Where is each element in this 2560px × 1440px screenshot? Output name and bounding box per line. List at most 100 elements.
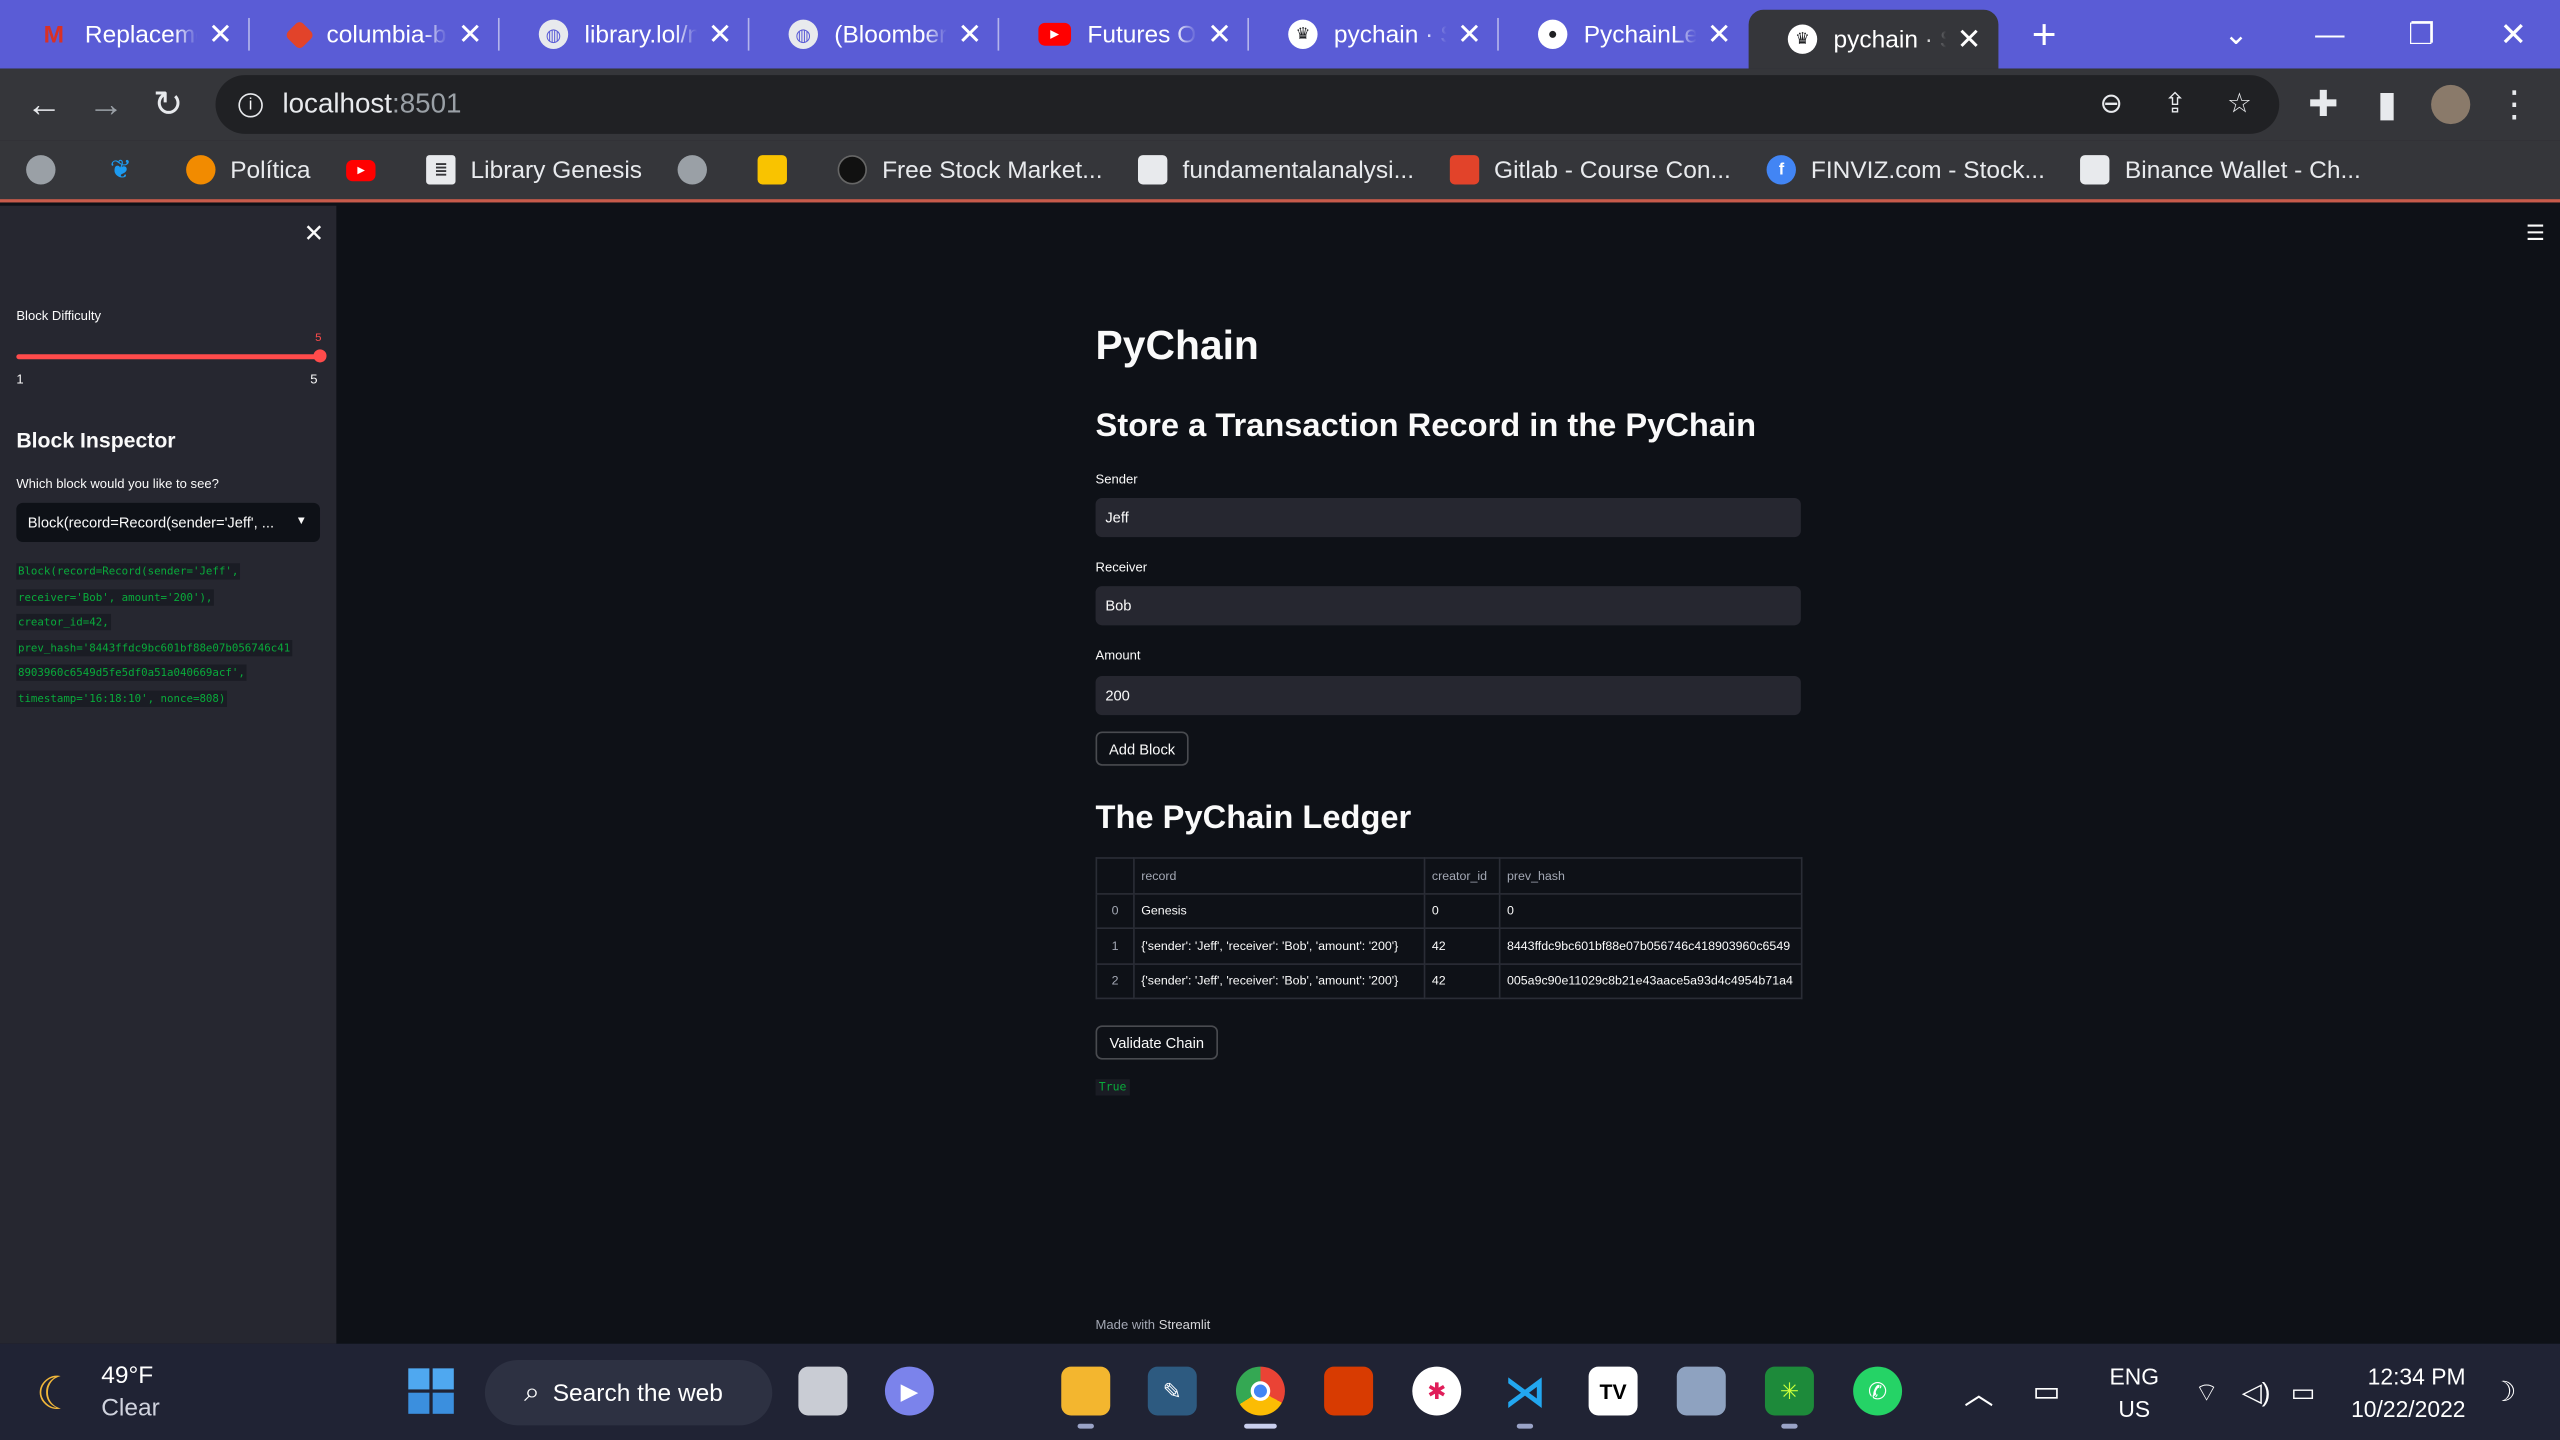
teams-chat-icon[interactable]: ▶: [884, 1366, 934, 1416]
bookmark-label: Library Genesis: [470, 155, 643, 184]
bookmark[interactable]: Free Stock Market...: [837, 155, 1103, 185]
bookmark[interactable]: [757, 155, 802, 185]
task-view-icon[interactable]: [798, 1366, 848, 1416]
browser-tab[interactable]: ♛ pychain · St ✕: [1249, 0, 1499, 69]
main-menu-icon[interactable]: ☰: [2526, 220, 2545, 246]
column-header[interactable]: creator_id: [1423, 857, 1501, 894]
side-panel-icon[interactable]: ▮: [2356, 73, 2418, 135]
browser-tab-active[interactable]: ♛ pychain · St ✕: [1748, 9, 1999, 69]
bookmark[interactable]: f FINVIZ.com - Stock...: [1766, 155, 2045, 185]
taskbar-search[interactable]: ⌕ Search the web: [484, 1360, 773, 1426]
forward-icon[interactable]: →: [75, 73, 137, 135]
browser-tab[interactable]: ◍ library.lol/m ✕: [500, 0, 750, 69]
close-icon[interactable]: ✕: [1956, 22, 1982, 56]
bookmark[interactable]: ▶: [346, 159, 390, 181]
column-header[interactable]: [1095, 857, 1135, 894]
browser-tab[interactable]: ● PychainLed ✕: [1499, 0, 1749, 69]
app-icon[interactable]: ✳: [1764, 1366, 1814, 1416]
vscode-icon[interactable]: ⋊: [1500, 1366, 1549, 1416]
slack-icon[interactable]: ✱: [1412, 1366, 1462, 1416]
zoom-icon[interactable]: ⊖: [2100, 75, 2123, 134]
browser-tab[interactable]: ▶ Futures Opt ✕: [999, 0, 1250, 69]
menu-kebab-icon[interactable]: ⋮: [2483, 73, 2545, 135]
tradingview-icon[interactable]: TV: [1588, 1366, 1638, 1416]
reload-icon[interactable]: ↻: [137, 73, 199, 135]
amount-input[interactable]: 200: [1095, 675, 1801, 716]
bookmark-star-icon[interactable]: ☆: [2227, 75, 2252, 134]
keep-notes-icon: [757, 155, 788, 185]
close-icon[interactable]: ✕: [1207, 17, 1233, 51]
difficulty-label: Block Difficulty: [16, 308, 102, 324]
bookmark-label: Free Stock Market...: [882, 155, 1103, 184]
close-icon[interactable]: ✕: [957, 17, 983, 51]
bookmark[interactable]: [26, 155, 70, 185]
address-bar[interactable]: i localhost:8501 ⊖ ⇪ ☆: [215, 75, 2280, 134]
close-icon[interactable]: ✕: [707, 17, 733, 51]
language-indicator[interactable]: ENG US: [2109, 1344, 2159, 1440]
tab-title: pychain · St: [1833, 25, 1947, 54]
chevron-up-icon[interactable]: ︿: [1964, 1344, 1993, 1440]
receiver-input[interactable]: Bob: [1095, 586, 1801, 626]
close-window-icon[interactable]: ✕: [2500, 0, 2527, 69]
whatsapp-icon[interactable]: ✆: [1853, 1366, 1903, 1416]
tab-search-chevron-icon[interactable]: ⌄: [2224, 0, 2249, 69]
difficulty-slider-thumb[interactable]: [313, 349, 327, 363]
politica-icon: [186, 155, 216, 185]
block-select[interactable]: Block(record=Record(sender='Jeff', ... ▼: [16, 502, 321, 543]
new-tab-button[interactable]: +: [2021, 9, 2067, 60]
sender-input[interactable]: Jeff: [1095, 497, 1801, 538]
minimize-icon[interactable]: —: [2315, 0, 2344, 69]
browser-tab[interactable]: ◍ (Bloomberg ✕: [749, 0, 1000, 69]
restore-icon[interactable]: ❐: [2408, 0, 2434, 69]
bookmark[interactable]: ❦: [106, 155, 150, 185]
close-sidebar-icon[interactable]: ✕: [304, 219, 325, 248]
difficulty-slider-track[interactable]: [16, 354, 321, 360]
profile-avatar[interactable]: [2420, 73, 2482, 135]
bookmark[interactable]: ≣ Library Genesis: [426, 155, 643, 185]
info-icon[interactable]: i: [238, 92, 263, 117]
app-icon[interactable]: [1676, 1366, 1726, 1416]
volume-icon[interactable]: ◁): [2242, 1344, 2271, 1440]
extensions-icon[interactable]: ✚: [2292, 73, 2354, 135]
bookmark[interactable]: fundamentalanalysi...: [1138, 155, 1414, 185]
validate-chain-button[interactable]: Validate Chain: [1095, 1025, 1218, 1060]
windows-start-icon[interactable]: [407, 1367, 456, 1416]
chrome-icon[interactable]: [1235, 1366, 1285, 1416]
bookmark[interactable]: Binance Wallet - Ch...: [2080, 155, 2361, 185]
browser-tab[interactable]: columbia-b ✕: [250, 0, 500, 69]
clock[interactable]: 12:34 PM 10/22/2022: [2351, 1344, 2465, 1440]
bookmark-label: Gitlab - Course Con...: [1494, 155, 1731, 184]
cube-icon: [1138, 155, 1168, 185]
tab-title: Replacemen: [84, 20, 198, 49]
battery-icon[interactable]: ▭: [2291, 1344, 2316, 1440]
column-header[interactable]: record: [1133, 857, 1426, 894]
close-icon[interactable]: ✕: [457, 17, 483, 51]
bookmark-label: Política: [230, 155, 311, 184]
bookmark[interactable]: [677, 155, 722, 185]
close-icon[interactable]: ✕: [1706, 17, 1732, 51]
clock-date: 10/22/2022: [2351, 1395, 2466, 1422]
tablet-mode-icon[interactable]: ▭: [2033, 1344, 2061, 1440]
back-icon[interactable]: ←: [13, 73, 75, 135]
bookmark[interactable]: Política: [186, 155, 311, 185]
globe-icon: ◍: [788, 19, 818, 49]
streamlit-link[interactable]: Streamlit: [1159, 1318, 1211, 1333]
streamlit-crown-icon: ♛: [1787, 24, 1818, 54]
close-icon[interactable]: ✕: [207, 17, 233, 51]
browser-tab[interactable]: M Replacemen ✕: [0, 0, 250, 69]
bookmark[interactable]: Gitlab - Course Con...: [1449, 155, 1731, 185]
add-block-button[interactable]: Add Block: [1095, 731, 1189, 766]
app-icon[interactable]: ✎: [1147, 1366, 1197, 1416]
tab-title: columbia-b: [326, 20, 447, 49]
bookmark-label: Binance Wallet - Ch...: [2124, 155, 2361, 184]
office-icon[interactable]: [1324, 1366, 1374, 1416]
file-explorer-icon[interactable]: [1061, 1366, 1111, 1416]
globe-icon: [26, 155, 56, 185]
notification-moon-icon[interactable]: ☽: [2492, 1344, 2517, 1440]
weather-widget[interactable]: ☾ 49°F Clear: [36, 1360, 160, 1425]
column-header[interactable]: prev_hash: [1498, 857, 1803, 894]
close-icon[interactable]: ✕: [1456, 17, 1482, 51]
share-icon[interactable]: ⇪: [2163, 75, 2186, 134]
wifi-icon[interactable]: ⌔: [2194, 1344, 2219, 1440]
code-line: Block(record=Record(sender='Jeff',: [16, 563, 240, 580]
